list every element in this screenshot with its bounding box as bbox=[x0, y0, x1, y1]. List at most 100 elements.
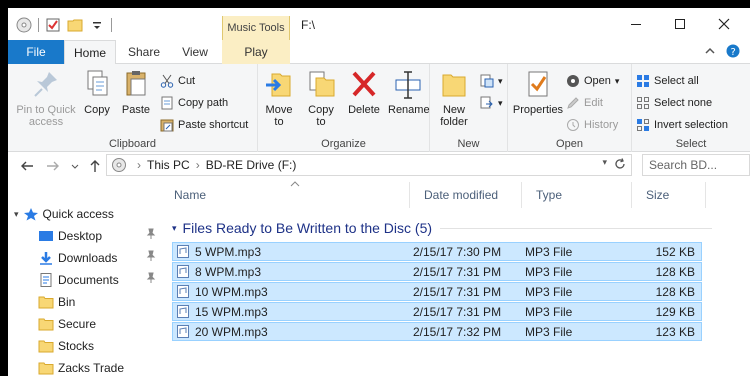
refresh-icon[interactable] bbox=[613, 157, 627, 174]
select-none-button[interactable]: Select none bbox=[636, 94, 712, 112]
recent-locations-icon[interactable] bbox=[70, 159, 80, 176]
delete-button[interactable]: Delete bbox=[346, 68, 382, 116]
dropdown-arrow-icon: ▾ bbox=[498, 76, 503, 86]
minimize-button[interactable] bbox=[614, 8, 658, 40]
file-type: MP3 File bbox=[525, 245, 573, 259]
nav-item-label: Desktop bbox=[58, 229, 103, 243]
nav-item-secure[interactable]: Secure bbox=[38, 314, 156, 334]
file-type: MP3 File bbox=[525, 265, 573, 279]
history-icon bbox=[567, 119, 579, 131]
folder-icon bbox=[38, 362, 54, 375]
file-row[interactable]: 10 WPM.mp3 2/15/17 7:31 PM MP3 File 128 … bbox=[172, 282, 702, 301]
address-dropdown-icon[interactable]: ▾ bbox=[602, 157, 607, 168]
maximize-button[interactable] bbox=[658, 8, 702, 40]
breadcrumb-drive[interactable]: BD-RE Drive (F:) bbox=[206, 158, 297, 172]
tab-share[interactable]: Share bbox=[118, 40, 170, 64]
file-row[interactable]: 20 WPM.mp3 2/15/17 7:32 PM MP3 File 123 … bbox=[172, 322, 702, 341]
help-icon[interactable]: ? bbox=[726, 44, 740, 61]
pinned-icon bbox=[146, 250, 156, 265]
rename-label: Rename bbox=[388, 104, 430, 116]
expand-chevron-icon[interactable]: ▾ bbox=[14, 209, 19, 220]
select-all-label: Select all bbox=[654, 75, 699, 87]
move-to-button[interactable]: Move to bbox=[262, 68, 296, 128]
nav-quick-access[interactable]: ▾ Quick access bbox=[14, 204, 154, 224]
breadcrumb-this-pc[interactable]: This PC bbox=[147, 158, 190, 172]
new-group-label: New bbox=[457, 138, 480, 150]
column-header-date[interactable]: Date modified bbox=[410, 182, 522, 208]
copy-path-icon bbox=[161, 96, 173, 110]
group-header[interactable]: ▾ Files Ready to Be Written to the Disc … bbox=[172, 218, 712, 238]
address-bar[interactable]: › This PC › BD-RE Drive (F:) ▾ bbox=[106, 154, 632, 176]
customize-dropdown-icon[interactable] bbox=[89, 17, 105, 33]
copy-to-icon bbox=[309, 71, 335, 97]
collapse-group-icon[interactable]: ▾ bbox=[172, 223, 177, 234]
documents-icon bbox=[40, 273, 52, 287]
nav-quick-access-label: Quick access bbox=[42, 207, 114, 221]
nav-item-stocks[interactable]: Stocks bbox=[38, 336, 156, 356]
new-folder-button[interactable]: New folder bbox=[434, 68, 474, 128]
svg-text:?: ? bbox=[731, 47, 736, 58]
delete-icon bbox=[352, 71, 376, 97]
rename-button[interactable]: Rename bbox=[388, 68, 430, 116]
column-header-type[interactable]: Type bbox=[522, 182, 632, 208]
file-date: 2/15/17 7:31 PM bbox=[413, 265, 502, 279]
invert-selection-icon bbox=[637, 119, 649, 131]
new-item-button[interactable]: ▾ bbox=[480, 72, 503, 90]
nav-item-label: Documents bbox=[58, 273, 119, 287]
collapse-ribbon-icon[interactable] bbox=[704, 44, 716, 61]
file-row[interactable]: 8 WPM.mp3 2/15/17 7:31 PM MP3 File 128 K… bbox=[172, 262, 702, 281]
invert-selection-button[interactable]: Invert selection bbox=[636, 116, 728, 134]
search-input[interactable]: Search BD... bbox=[642, 154, 750, 176]
column-header-size[interactable]: Size bbox=[632, 182, 706, 208]
copy-to-button[interactable]: Copy to bbox=[304, 68, 338, 128]
paste-shortcut-button[interactable]: Paste shortcut bbox=[160, 116, 248, 134]
cut-button[interactable]: Cut bbox=[160, 72, 195, 90]
tab-home[interactable]: Home bbox=[64, 40, 116, 65]
open-button[interactable]: Open ▾ bbox=[566, 72, 619, 90]
forward-arrow-icon[interactable] bbox=[46, 159, 60, 176]
file-name: 15 WPM.mp3 bbox=[195, 305, 268, 319]
edit-button[interactable]: Edit bbox=[566, 94, 603, 112]
nav-item-documents[interactable]: Documents bbox=[38, 270, 156, 290]
copy-path-button[interactable]: Copy path bbox=[160, 94, 228, 112]
breadcrumb-separator-icon[interactable]: › bbox=[137, 158, 141, 172]
paste-shortcut-label: Paste shortcut bbox=[178, 119, 249, 131]
dropdown-arrow-icon: ▾ bbox=[498, 98, 503, 108]
column-header-name[interactable]: Name bbox=[160, 182, 410, 208]
new-folder-icon[interactable] bbox=[67, 17, 83, 33]
tab-play[interactable]: Play bbox=[222, 40, 290, 64]
file-row[interactable]: 15 WPM.mp3 2/15/17 7:31 PM MP3 File 129 … bbox=[172, 302, 702, 321]
file-size: 129 KB bbox=[655, 305, 695, 319]
file-type: MP3 File bbox=[525, 285, 573, 299]
select-all-button[interactable]: Select all bbox=[636, 72, 699, 90]
new-item-icon bbox=[480, 74, 494, 88]
nav-item-desktop[interactable]: Desktop bbox=[38, 226, 156, 246]
easy-access-button[interactable]: ▾ bbox=[480, 94, 503, 112]
properties-icon bbox=[528, 71, 548, 97]
up-arrow-icon[interactable] bbox=[88, 159, 102, 176]
folder-icon bbox=[38, 296, 54, 309]
nav-item-downloads[interactable]: Downloads bbox=[38, 248, 156, 268]
tab-view[interactable]: View bbox=[170, 40, 220, 64]
properties-check-icon[interactable] bbox=[45, 17, 61, 33]
copy-button[interactable]: Copy bbox=[82, 68, 112, 116]
nav-item-label: Downloads bbox=[58, 251, 118, 265]
ribbon: Pin to Quick access Copy Paste Cut Copy … bbox=[8, 64, 750, 152]
mp3-file-icon bbox=[177, 265, 189, 278]
copy-path-label: Copy path bbox=[178, 97, 229, 109]
easy-access-icon bbox=[480, 96, 493, 109]
nav-item-bin[interactable]: Bin bbox=[38, 292, 156, 312]
history-button[interactable]: History bbox=[566, 116, 618, 134]
disc-icon[interactable] bbox=[16, 17, 32, 33]
file-row[interactable]: 5 WPM.mp3 2/15/17 7:30 PM MP3 File 152 K… bbox=[172, 242, 702, 261]
back-arrow-icon[interactable] bbox=[20, 159, 34, 176]
paste-button[interactable]: Paste bbox=[118, 68, 154, 116]
organize-group-label: Organize bbox=[321, 138, 366, 150]
folder-icon bbox=[38, 340, 54, 353]
pin-quick-access-button[interactable]: Pin to Quick access bbox=[12, 68, 80, 128]
properties-button[interactable]: Properties bbox=[512, 68, 564, 116]
tab-file[interactable]: File bbox=[8, 40, 64, 64]
close-button[interactable] bbox=[702, 8, 746, 40]
nav-item-zacks-trade[interactable]: Zacks Trade bbox=[38, 358, 156, 376]
breadcrumb-separator-icon[interactable]: › bbox=[196, 158, 200, 172]
